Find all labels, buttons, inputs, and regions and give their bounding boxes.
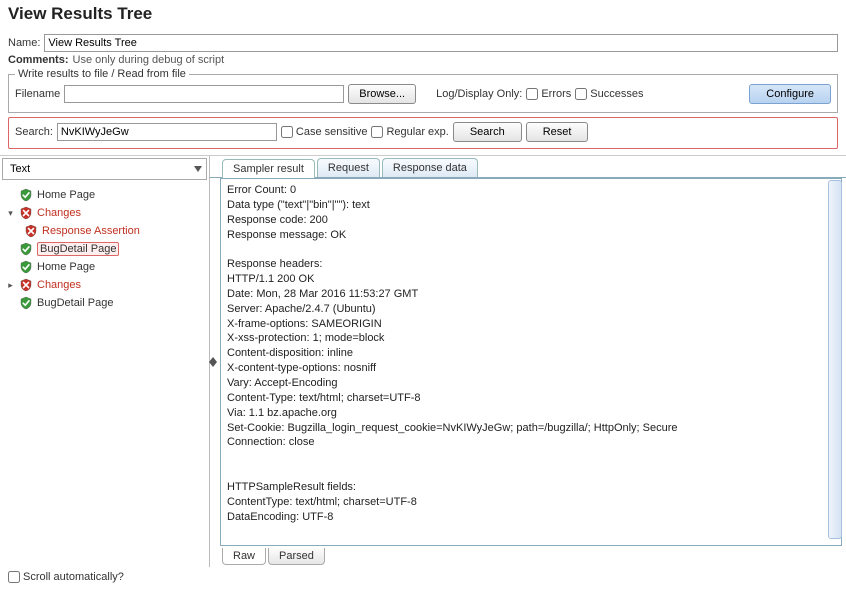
renderer-value xyxy=(7,162,190,176)
toggle-expanded-icon[interactable]: ▾ xyxy=(6,209,15,218)
tree-item-label: Changes xyxy=(37,279,81,291)
success-icon xyxy=(19,188,33,202)
tree-item-label: Home Page xyxy=(37,261,95,273)
tree-item[interactable]: ▾ Changes xyxy=(2,204,207,222)
error-icon xyxy=(19,206,33,220)
result-text-pane[interactable]: Error Count: 0 Data type ("text"|"bin"|"… xyxy=(220,178,842,546)
name-label: Name: xyxy=(8,37,40,49)
regex-checkbox[interactable]: Regular exp. xyxy=(371,126,448,138)
toggle-collapsed-icon[interactable]: ▸ xyxy=(6,281,15,290)
bottom-tab-parsed[interactable]: Parsed xyxy=(268,548,325,565)
error-icon xyxy=(24,224,38,238)
filename-input[interactable] xyxy=(64,85,344,103)
tree-item-label: Response Assertion xyxy=(42,225,140,237)
results-tree[interactable]: Home Page ▾ Changes Response Assertion BugDe… xyxy=(0,182,209,567)
success-icon xyxy=(19,242,33,256)
case-sensitive-checkbox[interactable]: Case sensitive xyxy=(281,126,368,138)
tree-item[interactable]: Home Page xyxy=(2,258,207,276)
successes-checkbox[interactable]: Successes xyxy=(575,88,643,100)
tree-item-label: BugDetail Page xyxy=(37,297,113,309)
configure-button[interactable]: Configure xyxy=(749,84,831,104)
logdisplay-label: Log/Display Only: xyxy=(436,88,522,100)
comments-value: Use only during debug of script xyxy=(73,54,225,66)
tree-item[interactable]: BugDetail Page xyxy=(2,240,207,258)
search-area: Search: Case sensitive Regular exp. Sear… xyxy=(8,117,838,149)
write-results-legend: Write results to file / Read from file xyxy=(15,68,189,80)
page-title: View Results Tree xyxy=(0,0,846,30)
tab-request[interactable]: Request xyxy=(317,158,380,177)
tree-item[interactable]: Response Assertion xyxy=(2,222,207,240)
tree-item-label: BugDetail Page xyxy=(37,242,119,256)
tab-response-data[interactable]: Response data xyxy=(382,158,478,177)
tree-item[interactable]: ▸ Changes xyxy=(2,276,207,294)
renderer-dropdown[interactable] xyxy=(2,158,207,180)
write-results-fieldset: Write results to file / Read from file F… xyxy=(8,68,838,113)
chevron-down-icon xyxy=(194,166,202,172)
bottom-tab-raw[interactable]: Raw xyxy=(222,548,266,565)
filename-label: Filename xyxy=(15,88,60,100)
tree-item-label: Changes xyxy=(37,207,81,219)
tree-item[interactable]: Home Page xyxy=(2,186,207,204)
success-icon xyxy=(19,296,33,310)
search-label: Search: xyxy=(15,126,53,138)
browse-button[interactable]: Browse... xyxy=(348,84,416,104)
tree-item-label: Home Page xyxy=(37,189,95,201)
tree-item[interactable]: BugDetail Page xyxy=(2,294,207,312)
errors-checkbox[interactable]: Errors xyxy=(526,88,571,100)
split-handle[interactable] xyxy=(209,158,217,565)
vertical-scrollbar[interactable] xyxy=(828,180,842,539)
tab-sampler-result[interactable]: Sampler result xyxy=(222,159,315,178)
search-input[interactable] xyxy=(57,123,277,141)
search-button[interactable]: Search xyxy=(453,122,522,142)
error-icon xyxy=(19,278,33,292)
name-input[interactable] xyxy=(44,34,838,52)
success-icon xyxy=(19,260,33,274)
reset-button[interactable]: Reset xyxy=(526,122,589,142)
comments-label: Comments: xyxy=(8,54,69,66)
scroll-auto-checkbox[interactable]: Scroll automatically? xyxy=(8,571,124,583)
